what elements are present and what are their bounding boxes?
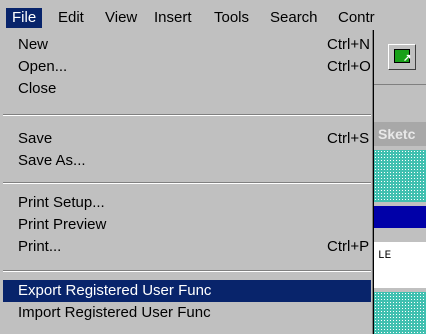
text-field[interactable]: LE bbox=[374, 242, 426, 288]
menu-item-close[interactable]: Close bbox=[3, 78, 371, 100]
menu-item-print-preview[interactable]: Print Preview bbox=[3, 214, 371, 236]
window-title-bar bbox=[374, 206, 426, 228]
menu-separator bbox=[3, 270, 371, 272]
menu-item-export-registered-user-func[interactable]: Export Registered User Func bbox=[3, 280, 371, 302]
background-app-area: ↗ Sketc LE bbox=[374, 30, 426, 334]
menu-edit[interactable]: Edit bbox=[52, 8, 90, 28]
menu-item-new[interactable]: New Ctrl+N bbox=[3, 34, 371, 56]
toolbar-divider bbox=[374, 84, 426, 85]
text-field-value: LE bbox=[378, 250, 392, 262]
menu-bar: File Edit View Insert Tools Search Contr bbox=[0, 0, 426, 30]
menu-control[interactable]: Contr bbox=[332, 8, 381, 28]
menu-insert[interactable]: Insert bbox=[148, 8, 198, 28]
menu-search[interactable]: Search bbox=[264, 8, 324, 28]
menu-item-import-registered-user-func[interactable]: Import Registered User Func bbox=[3, 302, 371, 324]
canvas-pattern bbox=[374, 150, 426, 202]
menu-item-print[interactable]: Print... Ctrl+P bbox=[3, 236, 371, 258]
menu-view[interactable]: View bbox=[99, 8, 143, 28]
menu-separator bbox=[3, 182, 371, 184]
green-arrow-icon: ↗ bbox=[394, 49, 411, 64]
menu-item-save[interactable]: Save Ctrl+S bbox=[3, 128, 371, 150]
menu-item-open[interactable]: Open... Ctrl+O bbox=[3, 56, 371, 78]
menu-file[interactable]: File bbox=[6, 8, 43, 28]
menu-item-print-setup[interactable]: Print Setup... bbox=[3, 192, 371, 214]
tab-sketch[interactable]: Sketc bbox=[374, 122, 426, 146]
toolbar-button[interactable]: ↗ bbox=[388, 44, 416, 70]
menu-separator bbox=[3, 114, 371, 116]
menu-tools[interactable]: Tools bbox=[208, 8, 255, 28]
menu-item-save-as[interactable]: Save As... bbox=[3, 150, 371, 172]
canvas-pattern-lower bbox=[374, 292, 426, 334]
file-menu-dropdown: New Ctrl+N Open... Ctrl+O Close Save Ctr… bbox=[0, 30, 374, 334]
